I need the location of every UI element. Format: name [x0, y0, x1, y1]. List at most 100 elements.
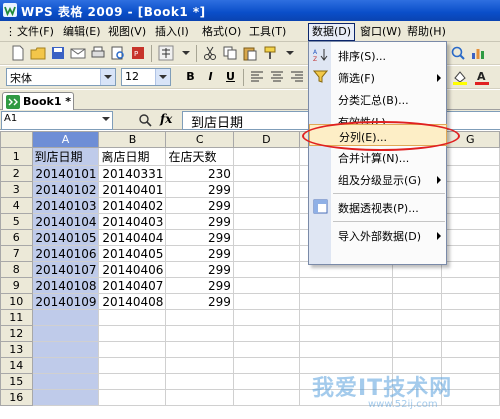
menu-item-subtotal[interactable]: 分类汇总(B)... — [309, 88, 447, 110]
copy-icon[interactable] — [222, 45, 238, 61]
insert-function-button[interactable]: fx — [160, 112, 172, 126]
cell[interactable]: 20140404 — [98, 229, 167, 246]
cell[interactable] — [440, 147, 500, 166]
row-header[interactable]: 6 — [0, 229, 33, 246]
cell[interactable] — [298, 341, 393, 358]
chevron-down-icon[interactable] — [102, 117, 110, 121]
row-header[interactable]: 1 — [0, 147, 33, 166]
print-icon[interactable] — [90, 45, 106, 61]
cell[interactable]: 299 — [165, 261, 234, 278]
cell[interactable] — [232, 293, 300, 310]
paste-icon[interactable] — [242, 45, 258, 61]
cell[interactable] — [232, 341, 300, 358]
row-header[interactable]: 8 — [0, 261, 33, 278]
cell[interactable]: 20140401 — [98, 181, 167, 198]
format-painter-icon[interactable] — [262, 45, 278, 61]
search-function-icon[interactable] — [138, 113, 152, 127]
cell[interactable] — [232, 389, 300, 406]
cell[interactable] — [232, 309, 300, 326]
cell[interactable] — [440, 165, 500, 182]
cell[interactable] — [165, 373, 234, 390]
cell[interactable]: 20140405 — [98, 245, 167, 262]
cell[interactable] — [298, 293, 393, 310]
row-header[interactable]: 14 — [0, 357, 33, 374]
cell[interactable] — [440, 229, 500, 246]
cell[interactable]: 299 — [165, 197, 234, 214]
menu-edit[interactable]: 编辑(E) — [60, 24, 104, 39]
cell[interactable]: 20140408 — [98, 293, 167, 310]
cell[interactable] — [165, 341, 234, 358]
cell[interactable]: 299 — [165, 213, 234, 230]
cell[interactable]: 20140402 — [98, 197, 167, 214]
cell[interactable] — [31, 373, 100, 390]
row-header[interactable]: 15 — [0, 373, 33, 390]
cell[interactable] — [31, 341, 100, 358]
cut-icon[interactable] — [202, 45, 218, 61]
fill-color-icon[interactable] — [452, 69, 468, 85]
cell[interactable] — [98, 341, 167, 358]
cell[interactable] — [232, 261, 300, 278]
cell[interactable]: 20140103 — [31, 197, 100, 214]
cell[interactable] — [391, 325, 442, 342]
cell[interactable] — [440, 245, 500, 262]
menu-insert[interactable]: 插入(I) — [152, 24, 192, 39]
menu-item-filter[interactable]: 筛选(F) — [309, 66, 447, 88]
column-header-c[interactable]: C — [165, 131, 234, 148]
mail-icon[interactable] — [70, 45, 86, 61]
align-left-icon[interactable] — [249, 69, 265, 85]
cell[interactable] — [31, 309, 100, 326]
cell[interactable]: 20140109 — [31, 293, 100, 310]
cell[interactable] — [391, 277, 442, 294]
cell[interactable] — [440, 261, 500, 278]
pdf-icon[interactable]: P — [130, 45, 146, 61]
chart-icon[interactable] — [470, 45, 486, 61]
cell[interactable] — [98, 309, 167, 326]
cell[interactable] — [440, 341, 500, 358]
cell[interactable] — [232, 147, 300, 166]
row-header[interactable]: 3 — [0, 181, 33, 198]
cell[interactable] — [440, 293, 500, 310]
cell[interactable]: 299 — [165, 229, 234, 246]
chevron-down-icon[interactable] — [178, 45, 194, 61]
cell[interactable]: 20140403 — [98, 213, 167, 230]
menu-file[interactable]: 文件(F) — [14, 24, 57, 39]
cell[interactable] — [391, 293, 442, 310]
chevron-down-icon[interactable] — [100, 69, 115, 85]
column-header-a[interactable]: A — [31, 131, 100, 148]
cell[interactable] — [391, 309, 442, 326]
row-header[interactable]: 16 — [0, 389, 33, 406]
menu-item-pivot-table[interactable]: 数据透视表(P)... — [309, 196, 447, 218]
open-folder-icon[interactable] — [30, 45, 46, 61]
row-header[interactable]: 4 — [0, 197, 33, 214]
menu-window[interactable]: 窗口(W) — [357, 24, 404, 39]
cell[interactable] — [232, 325, 300, 342]
row-header[interactable]: 12 — [0, 325, 33, 342]
select-all-corner[interactable] — [0, 131, 33, 148]
menu-view[interactable]: 视图(V) — [105, 24, 149, 39]
header-cell[interactable]: 到店日期 — [31, 147, 100, 166]
cell[interactable] — [232, 357, 300, 374]
row-header[interactable]: 13 — [0, 341, 33, 358]
bold-button[interactable]: B — [182, 69, 199, 85]
cell[interactable]: 20140331 — [98, 165, 167, 182]
column-header-b[interactable]: B — [98, 131, 167, 148]
font-size-combo[interactable]: 12 — [121, 68, 171, 86]
cell[interactable] — [440, 277, 500, 294]
cell[interactable]: 20140406 — [98, 261, 167, 278]
header-cell[interactable]: 离店日期 — [98, 147, 167, 166]
cell[interactable] — [98, 325, 167, 342]
cell[interactable] — [98, 373, 167, 390]
chevron-down-icon[interactable] — [282, 45, 298, 61]
cell[interactable]: 20140106 — [31, 245, 100, 262]
menu-tools[interactable]: 工具(T) — [246, 24, 289, 39]
cell[interactable]: 299 — [165, 245, 234, 262]
cell[interactable] — [232, 277, 300, 294]
italic-button[interactable]: I — [202, 69, 219, 85]
cell[interactable] — [232, 373, 300, 390]
row-header[interactable]: 11 — [0, 309, 33, 326]
cell[interactable]: 20140407 — [98, 277, 167, 294]
cell[interactable] — [440, 325, 500, 342]
cell[interactable]: 299 — [165, 181, 234, 198]
cell[interactable] — [232, 181, 300, 198]
align-right-icon[interactable] — [289, 69, 305, 85]
